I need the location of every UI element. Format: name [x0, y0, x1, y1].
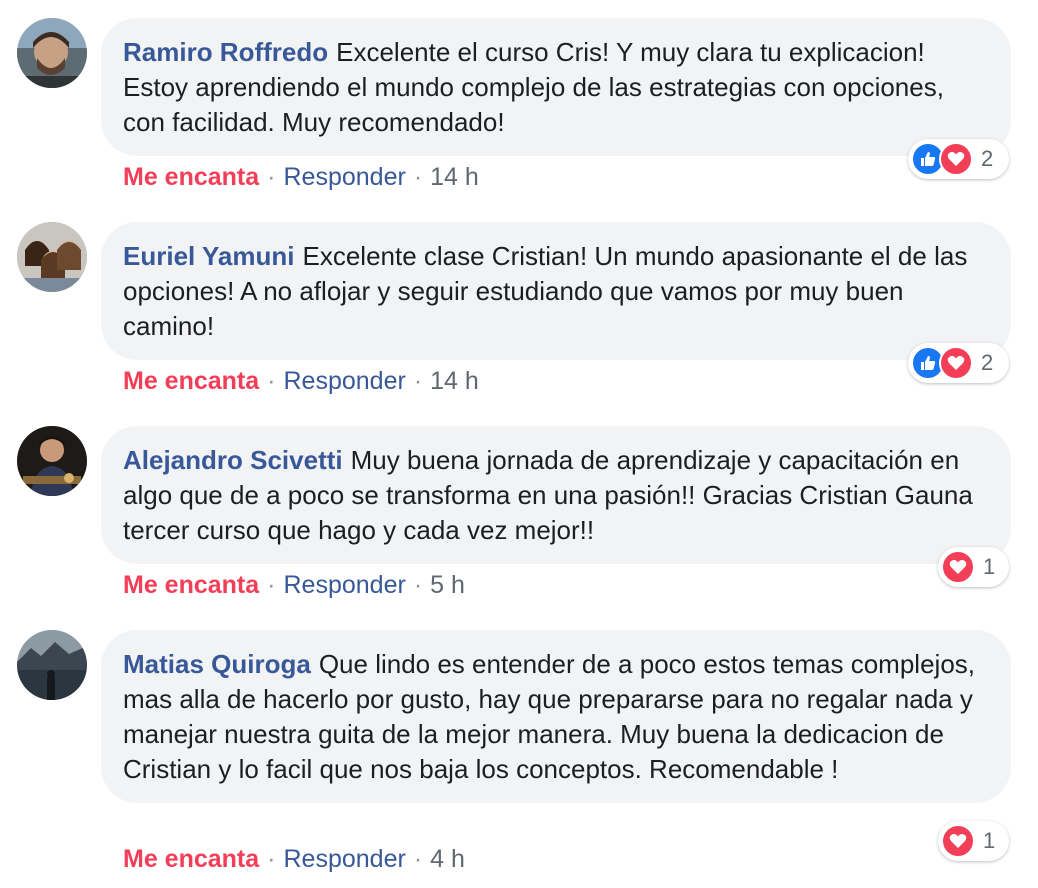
reply-button[interactable]: Responder: [284, 367, 406, 395]
reply-button[interactable]: Responder: [284, 571, 406, 599]
comment-bubble: Euriel Yamuni Excelente clase Cristian! U…: [101, 222, 1011, 360]
avatar-photo: [17, 222, 87, 292]
comment-actions: Me encanta · Responder · 5 h: [123, 570, 465, 600]
comment-timestamp[interactable]: 5 h: [430, 571, 465, 599]
separator-dot: ·: [413, 163, 423, 191]
separator-dot: ·: [413, 571, 423, 599]
avatar[interactable]: [17, 222, 87, 292]
reaction-summary[interactable]: 2: [908, 139, 1009, 179]
separator-dot: ·: [267, 163, 276, 191]
reaction-count: 2: [981, 146, 994, 171]
comment-author[interactable]: Matias Quiroga: [123, 649, 311, 679]
reaction-count: 2: [981, 350, 994, 375]
comment-bubble: Alejandro Scivetti Muy buena jornada de a…: [101, 426, 1011, 564]
reaction-count: 1: [983, 554, 996, 579]
comment-actions: Me encanta · Responder · 14 h: [123, 366, 479, 396]
comment-timestamp[interactable]: 14 h: [430, 367, 479, 395]
reply-button[interactable]: Responder: [284, 163, 406, 191]
reaction-summary[interactable]: 1: [938, 547, 1009, 587]
avatar-photo: [17, 426, 87, 496]
separator-dot: ·: [413, 367, 423, 395]
reaction-summary[interactable]: 2: [908, 343, 1009, 383]
reaction-count: 1: [983, 828, 996, 853]
avatar[interactable]: [17, 18, 87, 88]
comment-author[interactable]: Euriel Yamuni: [123, 241, 294, 271]
comment-actions: Me encanta · Responder · 4 h: [123, 844, 465, 874]
avatar[interactable]: [17, 630, 87, 700]
comment-timestamp[interactable]: 4 h: [430, 845, 465, 873]
love-react-button[interactable]: Me encanta: [123, 367, 259, 395]
comment-bubble: Matias Quiroga Que lindo es entender de a…: [101, 630, 1011, 803]
separator-dot: ·: [267, 367, 276, 395]
love-react-button[interactable]: Me encanta: [123, 845, 259, 873]
love-react-button[interactable]: Me encanta: [123, 571, 259, 599]
heart-icon: [941, 824, 975, 858]
comment-author[interactable]: Alejandro Scivetti: [123, 445, 343, 475]
separator-dot: ·: [413, 845, 423, 873]
reply-button[interactable]: Responder: [284, 845, 406, 873]
separator-dot: ·: [267, 845, 276, 873]
avatar-photo: [17, 18, 87, 88]
comment-timestamp[interactable]: 14 h: [430, 163, 479, 191]
comment-bubble: Ramiro Roffredo Excelente el curso Cris! …: [101, 18, 1011, 156]
comment-author[interactable]: Ramiro Roffredo: [123, 37, 328, 67]
avatar[interactable]: [17, 426, 87, 496]
comment-actions: Me encanta · Responder · 14 h: [123, 162, 479, 192]
reaction-summary[interactable]: 1: [938, 821, 1009, 861]
heart-icon: [939, 346, 973, 380]
heart-icon: [939, 142, 973, 176]
separator-dot: ·: [267, 571, 276, 599]
heart-icon: [941, 550, 975, 584]
love-react-button[interactable]: Me encanta: [123, 163, 259, 191]
avatar-photo: [17, 630, 87, 700]
